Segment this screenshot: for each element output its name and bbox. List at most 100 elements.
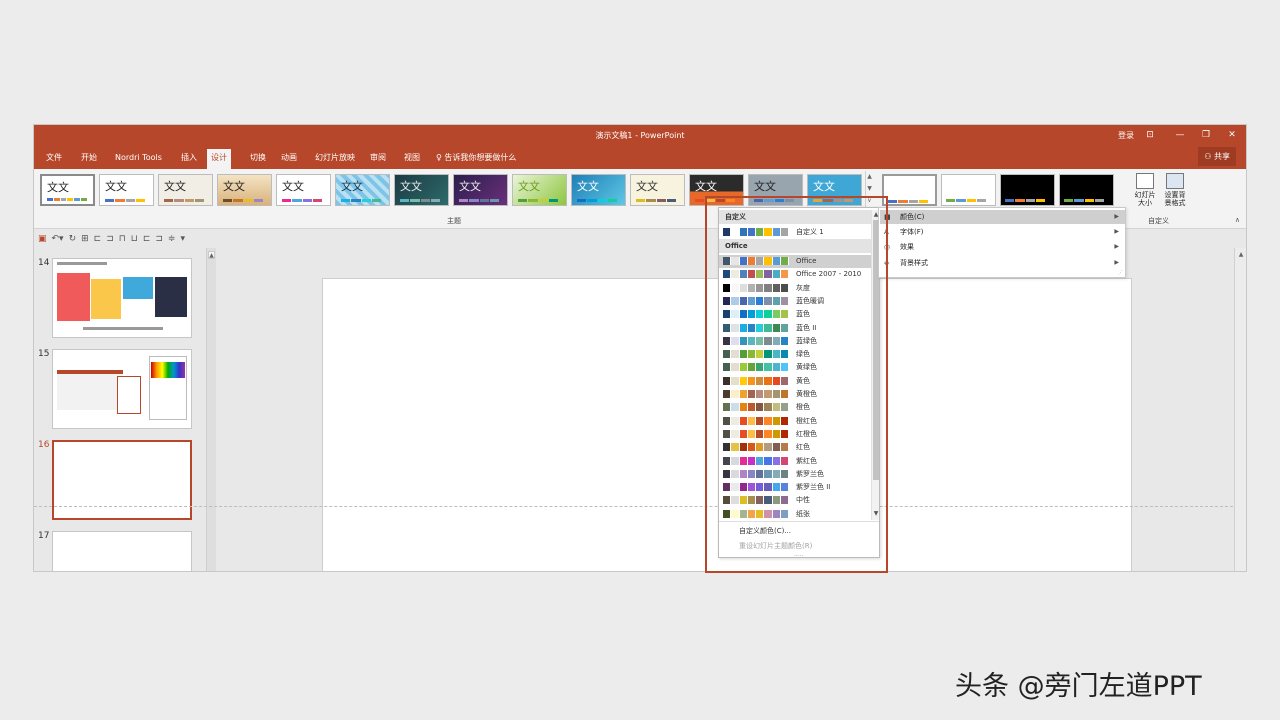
slide-thumbnail-15[interactable] [52, 349, 192, 429]
thumb-menu [117, 376, 141, 414]
slide-number: 17 [38, 531, 50, 541]
align-center-icon[interactable]: ⊐ [106, 233, 114, 245]
variant-color-dots [1005, 199, 1045, 202]
theme-color-dots [282, 199, 322, 202]
variant-thumbnail[interactable] [1059, 174, 1114, 206]
theme-sample-text: 文文 [164, 180, 186, 193]
variant-thumbnail[interactable] [941, 174, 996, 206]
theme-sample-text: 文文 [636, 180, 658, 193]
menu-item-label: 颜色(C) [900, 213, 925, 221]
slides-scrollbar[interactable]: ▲ [206, 248, 216, 571]
slide-size-label: 幻灯片 大小 [1134, 191, 1156, 207]
save-icon[interactable]: ▣ [38, 233, 47, 245]
custom-group-label: 自定义 [1148, 217, 1169, 225]
more-icon[interactable]: ▾ [180, 233, 185, 245]
theme-sample-text: 文文 [577, 180, 599, 193]
redo-icon[interactable]: ↻ [69, 233, 77, 245]
collapse-ribbon-icon[interactable]: ∧ [1235, 216, 1240, 224]
theme-color-dots [400, 199, 440, 202]
submenu-arrow-icon: ▶ [1114, 228, 1119, 235]
theme-color-dots [105, 199, 145, 202]
tab-view[interactable]: 视图 [400, 151, 424, 169]
tab-transitions[interactable]: 切换 [246, 151, 270, 169]
theme-thumbnail[interactable]: 文文 [453, 174, 508, 206]
theme-thumbnail[interactable]: 文文 [158, 174, 213, 206]
theme-sample-text: 文文 [518, 180, 540, 193]
menu-item-label: 字体(F) [900, 228, 924, 236]
variant-color-dots [888, 200, 928, 203]
theme-sample-text: 文文 [400, 180, 422, 193]
scroll-up-icon[interactable]: ▲ [208, 251, 215, 259]
share-label: 共享 [1214, 152, 1230, 161]
tell-me-search[interactable]: ♀ 告诉我你想要做什么 [436, 151, 516, 165]
undo-icon[interactable]: ↶▾ [52, 233, 64, 245]
resize-grip-icon[interactable]: ⋰ [1118, 270, 1123, 276]
align-top-icon[interactable]: ⊔ [131, 233, 138, 245]
format-background-button[interactable]: 设置背 景格式 [1160, 173, 1190, 207]
share-button[interactable]: ⚇ 共享 [1198, 147, 1236, 166]
theme-color-dots [164, 199, 204, 202]
window-title: 演示文稿1 - PowerPoint [595, 131, 685, 140]
tab-insert[interactable]: 插入 [177, 151, 201, 169]
menu-item-effects[interactable]: ◎ 效果 ▶ [880, 240, 1125, 254]
theme-thumbnail[interactable]: 文文 [571, 174, 626, 206]
theme-thumbnail[interactable]: 文文 [335, 174, 390, 206]
format-background-icon [1166, 173, 1184, 189]
scroll-up-icon[interactable]: ▲ [1237, 251, 1245, 259]
tab-design[interactable]: 设计 [207, 149, 231, 169]
theme-thumbnail[interactable]: 文文 [630, 174, 685, 206]
theme-thumbnail[interactable]: 文文 [217, 174, 272, 206]
menu-item-fonts[interactable]: A 字体(F) ▶ [880, 225, 1125, 239]
theme-sample-text: 文文 [695, 180, 717, 193]
submenu-arrow-icon: ▶ [1114, 213, 1119, 220]
theme-thumbnail[interactable]: 文文 [276, 174, 331, 206]
tab-review[interactable]: 审阅 [366, 151, 390, 169]
variant-thumbnail[interactable] [1000, 174, 1055, 206]
powerpoint-window: 演示文稿1 - PowerPoint 登录 ⊡ — ❐ ✕ 文件 开始 Nord… [33, 124, 1247, 572]
format-painter-icon[interactable]: ⊞ [81, 233, 89, 245]
thumb-block-red [57, 273, 90, 321]
menu-item-colors[interactable]: ■ 颜色(C) ▶ [880, 210, 1125, 224]
slide-thumbnail-17[interactable] [52, 531, 192, 571]
annotation-highlight-box [705, 196, 888, 573]
align-bottom-icon[interactable]: ⊐ [155, 233, 163, 245]
align-right-icon[interactable]: ⊓ [119, 233, 126, 245]
restore-button[interactable]: ❐ [1198, 128, 1214, 142]
align-middle-icon[interactable]: ⊏ [143, 233, 151, 245]
tab-slideshow[interactable]: 幻灯片放映 [311, 151, 359, 169]
theme-sample-text: 文文 [105, 180, 127, 193]
distribute-icon[interactable]: ≑ [168, 233, 176, 245]
theme-color-dots [341, 199, 381, 202]
theme-color-dots [577, 199, 617, 202]
theme-thumbnail[interactable]: 文文 [40, 174, 95, 206]
variant-color-dots [1064, 199, 1104, 202]
variant-color-dots [946, 199, 986, 202]
menu-item-label: 背景样式 [900, 259, 928, 267]
theme-thumbnail[interactable]: 文文 [99, 174, 154, 206]
minimize-button[interactable]: — [1172, 128, 1188, 142]
tell-me-text: 告诉我你想要做什么 [444, 153, 517, 162]
align-left-icon[interactable]: ⊏ [94, 233, 102, 245]
menu-item-background-styles[interactable]: ◈ 背景样式 ▶ [880, 256, 1125, 270]
theme-thumbnail[interactable]: 文文 [394, 174, 449, 206]
theme-color-dots [636, 199, 676, 202]
theme-sample-text: 文文 [223, 180, 245, 193]
format-background-label: 设置背 景格式 [1164, 191, 1186, 207]
slide-size-icon [1136, 173, 1154, 189]
login-link[interactable]: 登录 [1118, 130, 1134, 141]
tab-file[interactable]: 文件 [42, 151, 66, 169]
editor-scrollbar[interactable]: ▲ [1234, 248, 1246, 571]
slide-thumbnail-16[interactable] [52, 440, 192, 520]
close-button[interactable]: ✕ [1224, 128, 1240, 142]
theme-thumbnail[interactable]: 文文 [512, 174, 567, 206]
theme-sample-text: 文文 [47, 181, 69, 194]
ribbon-display-icon[interactable]: ⊡ [1142, 128, 1158, 142]
tab-animations[interactable]: 动画 [277, 151, 301, 169]
thumb-block-blue [123, 277, 153, 299]
tab-nordri-tools[interactable]: Nordri Tools [111, 151, 166, 169]
theme-sample-text: 文文 [459, 180, 481, 193]
tab-home[interactable]: 开始 [77, 151, 101, 169]
slide-thumbnail-14[interactable] [52, 258, 192, 338]
slide-size-button[interactable]: 幻灯片 大小 [1132, 173, 1158, 207]
variant-thumbnail[interactable] [882, 174, 937, 206]
